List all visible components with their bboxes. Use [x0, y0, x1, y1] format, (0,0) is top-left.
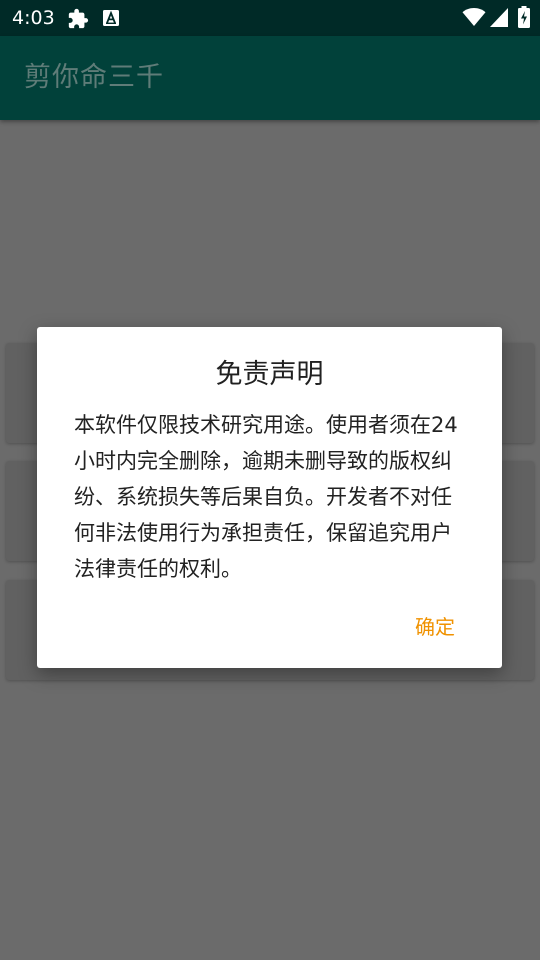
app-title: 剪你命三千	[24, 62, 164, 93]
status-time: 4:03	[12, 7, 55, 29]
font-a-icon	[103, 10, 119, 26]
app-bar: 剪你命三千	[0, 36, 540, 120]
dialog-message: 本软件仅限技术研究用途。使用者须在24小时内完全删除，逾期未删导致的版权纠纷、系…	[74, 413, 458, 581]
battery-charging-icon	[518, 6, 530, 28]
screen: 4:03 剪你命三千 免责声明 本软件仅限技术研究用途。使用者须在24小时内完全…	[0, 0, 540, 960]
puzzle-icon	[68, 8, 89, 29]
disclaimer-dialog: 免责声明 本软件仅限技术研究用途。使用者须在24小时内完全删除，逾期未删导致的版…	[37, 327, 502, 668]
wifi-icon	[462, 8, 486, 26]
confirm-button[interactable]: 确定	[407, 609, 511, 645]
dialog-title: 免责声明	[215, 359, 324, 390]
status-bar: 4:03	[0, 0, 540, 36]
signal-icon	[490, 8, 508, 27]
